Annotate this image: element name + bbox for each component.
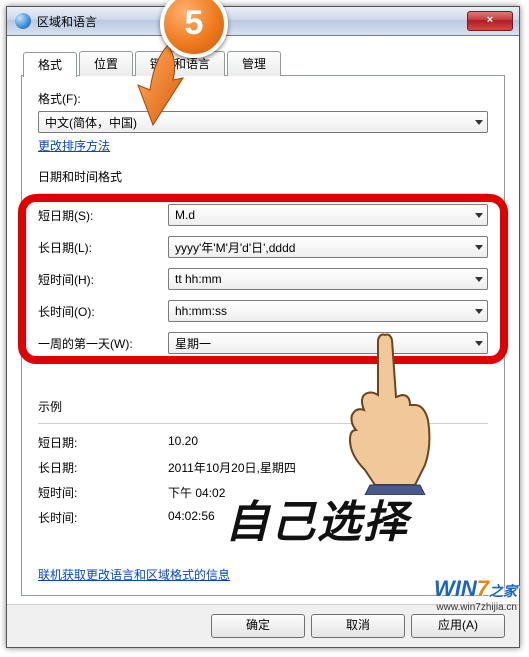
- dialog-window: 区域和语言 × 格式 位置 键盘和语言 管理 格式(F): 中文(简体，中国) …: [6, 6, 520, 648]
- example-short-date-label: 短日期:: [38, 434, 168, 451]
- datetime-header: 日期和时间格式: [38, 168, 488, 185]
- example-short-date-value: 10.20: [168, 434, 198, 451]
- first-day-value: 星期一: [175, 335, 211, 352]
- annotation-text: 自己选择: [225, 486, 409, 550]
- tab-strip: 格式 位置 键盘和语言 管理: [23, 51, 511, 76]
- tab-admin[interactable]: 管理: [227, 51, 281, 76]
- row-long-time: 长时间(O): hh:mm:ss: [38, 300, 488, 322]
- row-short-time: 短时间(H): tt hh:mm: [38, 268, 488, 290]
- chevron-down-icon: [475, 277, 483, 282]
- long-time-select[interactable]: hh:mm:ss: [168, 300, 488, 322]
- window-title: 区域和语言: [37, 13, 97, 30]
- chevron-down-icon: [475, 341, 483, 346]
- row-first-day: 一周的第一天(W): 星期一: [38, 332, 488, 354]
- chevron-down-icon: [475, 120, 483, 125]
- apply-button[interactable]: 应用(A): [411, 614, 505, 638]
- format-label: 格式(F):: [38, 90, 488, 107]
- example-short-time-value: 下午 04:02: [168, 484, 225, 501]
- close-button[interactable]: ×: [467, 11, 513, 31]
- tab-location[interactable]: 位置: [79, 51, 133, 76]
- first-day-select[interactable]: 星期一: [168, 332, 488, 354]
- short-date-label: 短日期(S):: [38, 207, 168, 224]
- short-time-select[interactable]: tt hh:mm: [168, 268, 488, 290]
- short-date-select[interactable]: M.d: [168, 204, 488, 226]
- row-short-date: 短日期(S): M.d: [38, 204, 488, 226]
- example-long-date-label: 长日期:: [38, 459, 168, 476]
- cancel-button[interactable]: 取消: [311, 614, 405, 638]
- online-help-link[interactable]: 联机获取更改语言和区域格式的信息: [38, 568, 230, 582]
- long-date-label: 长日期(L):: [38, 239, 168, 256]
- format-select[interactable]: 中文(简体，中国): [38, 111, 488, 133]
- tab-format[interactable]: 格式: [23, 52, 77, 77]
- sort-method-link[interactable]: 更改排序方法: [38, 139, 110, 153]
- first-day-label: 一周的第一天(W):: [38, 335, 168, 352]
- chevron-down-icon: [475, 213, 483, 218]
- titlebar: 区域和语言 ×: [7, 7, 519, 36]
- globe-icon: [15, 13, 31, 29]
- example-long-date-value: 2011年10月20日,星期四: [168, 459, 296, 476]
- close-icon: ×: [487, 14, 493, 26]
- example-long-date: 长日期: 2011年10月20日,星期四: [38, 459, 488, 476]
- short-time-label: 短时间(H):: [38, 271, 168, 288]
- format-select-value: 中文(简体，中国): [45, 114, 137, 131]
- long-date-value: yyyy'年'M'月'd'日',dddd: [175, 239, 295, 256]
- long-date-select[interactable]: yyyy'年'M'月'd'日',dddd: [168, 236, 488, 258]
- row-long-date: 长日期(L): yyyy'年'M'月'd'日',dddd: [38, 236, 488, 258]
- example-short-date: 短日期: 10.20: [38, 434, 488, 451]
- chevron-down-icon: [475, 245, 483, 250]
- example-short-time-label: 短时间:: [38, 484, 168, 501]
- example-long-time-value: 04:02:56: [168, 509, 215, 526]
- chevron-down-icon: [475, 309, 483, 314]
- divider: [38, 423, 488, 424]
- ok-button[interactable]: 确定: [211, 614, 305, 638]
- button-bar: 确定 取消 应用(A): [7, 604, 519, 647]
- short-time-value: tt hh:mm: [175, 272, 222, 286]
- example-header: 示例: [38, 398, 488, 415]
- short-date-value: M.d: [175, 208, 195, 222]
- long-time-label: 长时间(O):: [38, 303, 168, 320]
- example-long-time-label: 长时间:: [38, 509, 168, 526]
- long-time-value: hh:mm:ss: [175, 304, 227, 318]
- divider: [38, 193, 488, 194]
